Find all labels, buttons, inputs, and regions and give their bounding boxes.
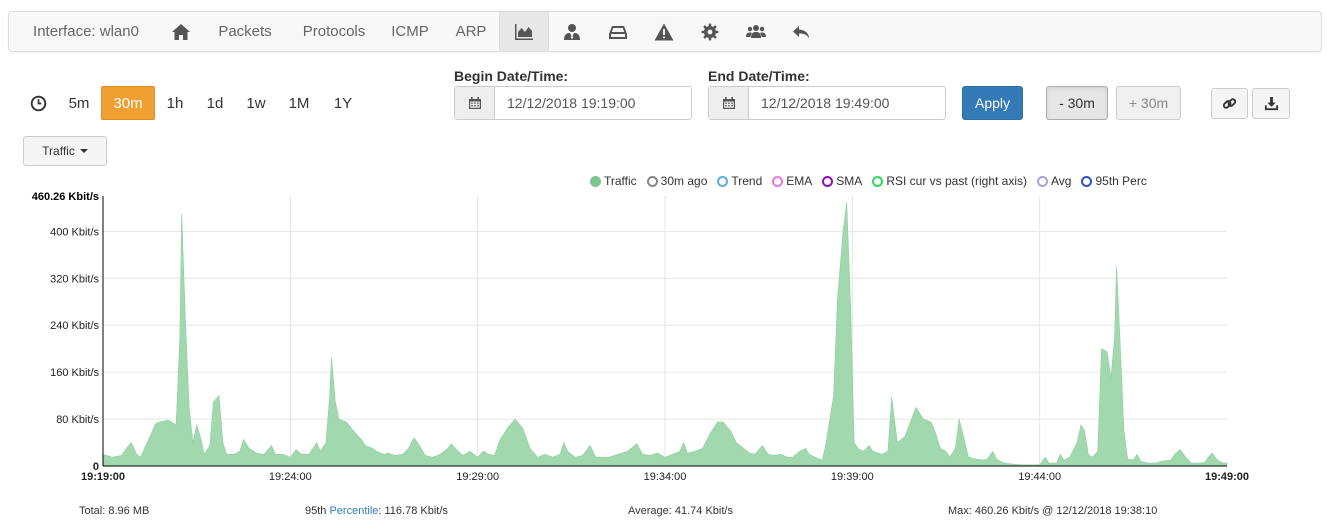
interface-label: Interface: wlan0: [33, 23, 139, 40]
begin-date-label: Begin Date/Time:: [454, 68, 569, 84]
traffic-chart: 080 Kbit/s160 Kbit/s240 Kbit/s320 Kbit/s…: [32, 191, 1249, 483]
range-option-1m[interactable]: 1M: [277, 86, 321, 120]
y-tick-label: 240 Kbit/s: [50, 320, 99, 332]
range-option-1w[interactable]: 1w: [235, 86, 277, 120]
permalink-button[interactable]: [1211, 88, 1248, 119]
tab-icmp-label: ICMP: [391, 23, 429, 40]
reply-icon: [793, 25, 809, 38]
range-option-30m[interactable]: 30m: [101, 86, 155, 120]
tab-icmp[interactable]: ICMP: [377, 12, 443, 51]
metric-dropdown[interactable]: Traffic: [23, 136, 107, 166]
caret-down-icon: [79, 149, 88, 153]
calendar-icon[interactable]: [455, 87, 495, 119]
users-icon: [746, 24, 766, 38]
range-option-1d[interactable]: 1d: [195, 86, 235, 120]
y-tick-label: 80 Kbit/s: [56, 414, 99, 426]
x-tick-label: 19:29:00: [456, 471, 499, 483]
percentile-prefix: 95th: [305, 505, 330, 517]
gear-icon: [701, 23, 719, 40]
y-tick-label: 320 Kbit/s: [50, 273, 99, 285]
average-stat: Average: 41.74 Kbit/s: [628, 505, 733, 517]
y-tick-label: 160 Kbit/s: [50, 367, 99, 379]
x-tick-label: 19:24:00: [269, 471, 312, 483]
legend-marker-icon: [1081, 175, 1093, 187]
legend-marker-icon: [1037, 175, 1049, 187]
tab-hosts[interactable]: [549, 12, 595, 51]
tab-alerts[interactable]: [641, 12, 687, 51]
link-icon: [1222, 98, 1237, 109]
legend-marker-icon: [717, 175, 729, 187]
interface-selector[interactable]: Interface: wlan0: [9, 12, 163, 51]
percentile-value: : 116.78 Kbit/s: [378, 505, 448, 517]
legend-marker-icon: [772, 175, 784, 187]
begin-date-field[interactable]: 12/12/2018 19:19:00: [454, 86, 692, 120]
legend-marker-icon: [872, 175, 884, 187]
minus-30m-button[interactable]: - 30m: [1046, 86, 1108, 120]
range-option-5m[interactable]: 5m: [57, 86, 101, 120]
end-date-field[interactable]: 12/12/2018 19:49:00: [708, 86, 946, 120]
metric-dropdown-label: Traffic: [42, 144, 75, 158]
calendar-icon[interactable]: [709, 87, 749, 119]
plus-30m-button[interactable]: + 30m: [1116, 86, 1181, 120]
download-icon: [1264, 96, 1278, 111]
x-tick-label: 19:19:00: [81, 471, 125, 483]
end-date-input[interactable]: 12/12/2018 19:49:00: [749, 87, 945, 119]
tab-packets-label: Packets: [218, 23, 272, 40]
top-navbar: Interface: wlan0 Packets Protocols ICMP …: [8, 11, 1322, 52]
home-icon: [172, 23, 190, 40]
percentile-stat: 95th Percentile: 116.78 Kbit/s: [305, 505, 448, 517]
tab-settings[interactable]: [687, 12, 733, 51]
tab-devices[interactable]: [595, 12, 641, 51]
range-option-1h[interactable]: 1h: [155, 86, 195, 120]
range-option-1y[interactable]: 1Y: [321, 86, 365, 120]
percentile-link[interactable]: Percentile: [329, 505, 378, 517]
tab-protocols[interactable]: Protocols: [291, 12, 377, 51]
legend-marker-icon: [590, 175, 601, 187]
y-max-label: 460.26 Kbit/s: [32, 191, 99, 203]
tab-users[interactable]: [733, 12, 779, 51]
warning-icon: [654, 23, 674, 40]
tab-arp-label: ARP: [455, 23, 487, 40]
tab-historical-chart[interactable]: [499, 12, 549, 51]
total-stat: Total: 8.96 MB: [79, 505, 150, 517]
home-nav[interactable]: [163, 12, 199, 51]
tab-arp[interactable]: ARP: [443, 12, 499, 51]
clock-icon: [23, 95, 53, 112]
apply-button[interactable]: Apply: [962, 86, 1023, 120]
hdd-icon: [609, 25, 627, 39]
tab-back[interactable]: [779, 12, 825, 51]
user-md-icon: [564, 23, 580, 40]
max-stat: Max: 460.26 Kbit/s @ 12/12/2018 19:38:10: [948, 505, 1158, 517]
area-chart-icon: [515, 23, 533, 40]
end-date-label: End Date/Time:: [708, 68, 810, 84]
y-tick-label: 400 Kbit/s: [50, 226, 99, 238]
download-button[interactable]: [1252, 88, 1290, 119]
x-tick-label: 19:44:00: [1018, 471, 1061, 483]
begin-date-input[interactable]: 12/12/2018 19:19:00: [495, 87, 691, 119]
tab-protocols-label: Protocols: [302, 23, 366, 40]
x-tick-label: 19:39:00: [831, 471, 874, 483]
x-tick-label: 19:49:00: [1205, 471, 1249, 483]
time-range-selector: 5m 30m 1h 1d 1w 1M 1Y: [23, 86, 365, 120]
x-tick-label: 19:34:00: [644, 471, 687, 483]
legend-marker-icon: [822, 175, 834, 187]
tab-packets[interactable]: Packets: [199, 12, 291, 51]
legend-marker-icon: [646, 175, 658, 187]
